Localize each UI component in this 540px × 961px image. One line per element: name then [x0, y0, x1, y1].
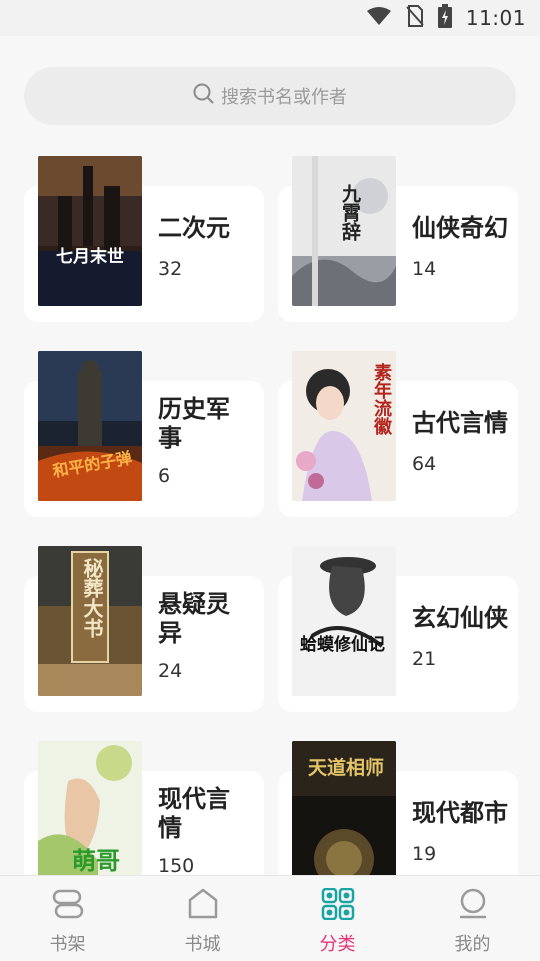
category-name: 现代都市: [412, 799, 508, 827]
status-icons: 11:01: [366, 4, 526, 32]
status-bar: 11:01: [0, 0, 540, 36]
category-name: 悬疑灵异: [158, 590, 230, 647]
category-count: 21: [412, 648, 437, 670]
bookstore-icon: [186, 888, 220, 924]
category-count: 14: [412, 258, 437, 280]
cover-title: 蛤蟆修仙记: [300, 635, 385, 655]
category-name: 仙侠奇幻: [412, 214, 508, 242]
profile-icon: [456, 888, 490, 924]
cover-title: 秘葬大书: [80, 558, 104, 638]
search-placeholder: 搜索书名或作者: [221, 87, 347, 108]
book-cover[interactable]: 蛤蟆修仙记: [292, 546, 396, 696]
category-count: 64: [412, 453, 437, 475]
category-count: 6: [158, 465, 171, 487]
book-cover[interactable]: 天道相师: [292, 741, 396, 875]
search-bar[interactable]: 搜索书名或作者: [24, 67, 516, 125]
category-name: 古代言情: [412, 409, 508, 437]
category-count: 32: [158, 258, 183, 280]
cover-title: 七月末世: [56, 247, 124, 267]
category-count: 150: [158, 855, 195, 875]
nav-item-bookshelf[interactable]: 书架: [0, 876, 135, 961]
status-time: 11:01: [465, 6, 526, 30]
book-cover[interactable]: 萌哥: [38, 741, 142, 875]
book-cover[interactable]: 九霄辞: [292, 156, 396, 306]
wifi-icon: [366, 6, 392, 30]
category-grid: 七月末世 二次元 32 九霄辞 仙侠奇幻 14 和平的子弹 历史军事 6 素年流…: [0, 150, 540, 875]
category-icon: [321, 887, 355, 924]
book-cover[interactable]: 素年流徽: [292, 351, 396, 501]
category-count: 19: [412, 843, 437, 865]
category-count: 24: [158, 660, 183, 682]
category-name: 现代言情: [158, 785, 230, 842]
nav-item-bookstore[interactable]: 书城: [135, 876, 270, 961]
book-cover[interactable]: 七月末世: [38, 156, 142, 306]
category-name: 二次元: [158, 214, 230, 242]
cover-title: 素年流徽: [371, 363, 392, 435]
book-cover[interactable]: 和平的子弹: [38, 351, 142, 501]
nav-label: 书架: [49, 934, 86, 955]
bookshelf-icon: [51, 888, 85, 924]
nav-item-profile[interactable]: 我的: [405, 876, 540, 961]
category-name: 历史军事: [158, 395, 230, 452]
battery-charging-icon: [437, 4, 452, 32]
nav-label: 书城: [184, 934, 221, 955]
cover-title: 天道相师: [307, 757, 384, 779]
bottom-nav: 书架 书城 分类 我的: [0, 875, 540, 961]
cover-title: 萌哥: [72, 847, 120, 875]
no-sim-icon: [406, 5, 424, 31]
nav-item-category[interactable]: 分类: [270, 876, 405, 961]
book-cover[interactable]: 秘葬大书: [38, 546, 142, 696]
category-name: 玄幻仙侠: [412, 604, 508, 632]
nav-label: 我的: [454, 934, 491, 955]
search-icon: [193, 83, 215, 109]
cover-title: 九霄辞: [339, 184, 361, 241]
nav-label: 分类: [319, 934, 356, 955]
